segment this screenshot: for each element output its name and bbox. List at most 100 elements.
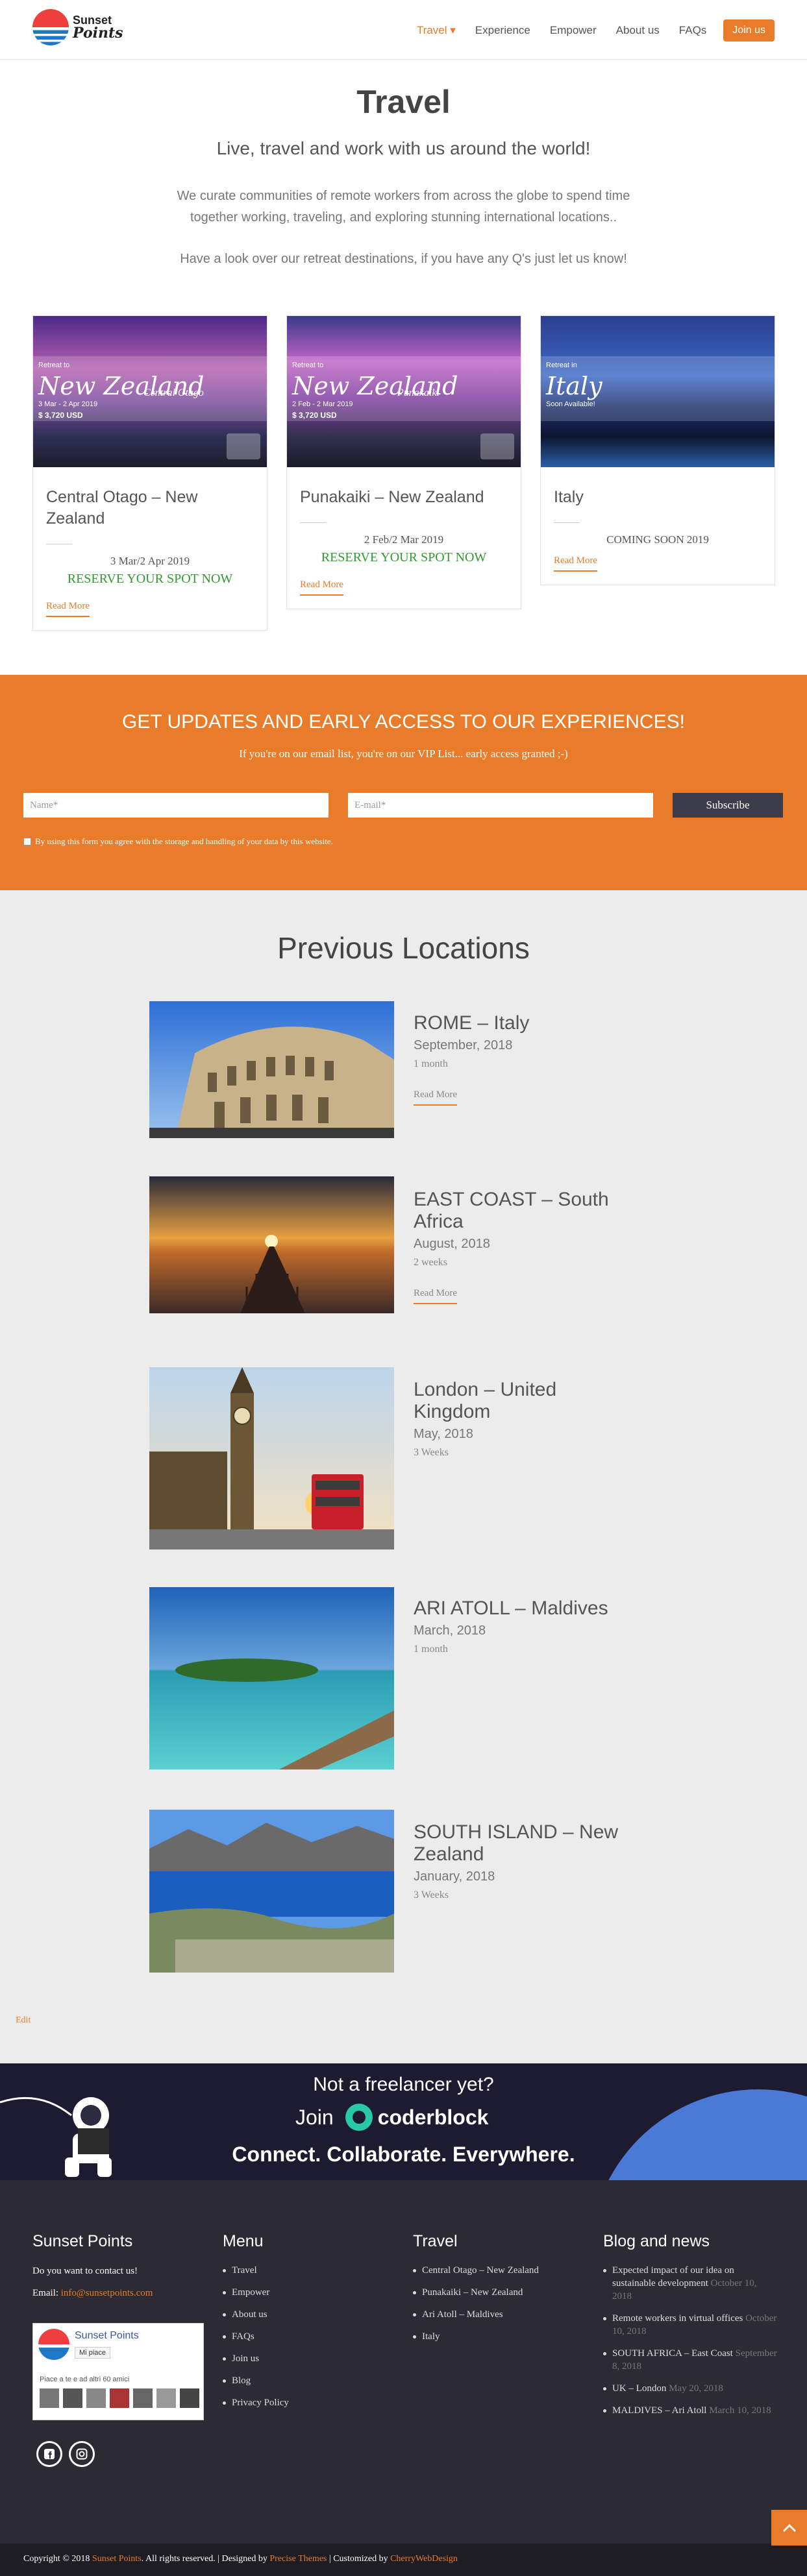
reserve-spot-link[interactable]: RESERVE YOUR SPOT NOW <box>46 572 254 587</box>
read-more-link[interactable]: Read More <box>554 555 598 572</box>
news-item[interactable]: Remote workers in virtual offices Octobe… <box>603 2312 778 2338</box>
sunset-logo-icon <box>32 9 69 45</box>
coderblock-logo-icon <box>345 2104 373 2131</box>
card-title[interactable]: Punakaiki – New Zealand <box>300 487 508 508</box>
retreat-image[interactable]: Retreat to New Zealand Punakaiki 2 Feb -… <box>287 316 521 467</box>
copyright-brand-link[interactable]: Sunset Points <box>92 2554 142 2564</box>
news-item[interactable]: MALDIVES – Ari Atoll March 10, 2018 <box>603 2404 778 2417</box>
image-dates: 2 Feb - 2 Mar 2019 <box>292 400 353 408</box>
footer-menu-blog[interactable]: Blog <box>223 2374 385 2387</box>
footer-travel-link[interactable]: Italy <box>413 2330 575 2343</box>
location-rome: ROME – Italy September, 2018 1 month Rea… <box>414 1012 634 1106</box>
location-name[interactable]: SOUTH ISLAND – New Zealand <box>414 1821 634 1865</box>
scroll-to-top-button[interactable] <box>771 2510 807 2546</box>
fb-friends-text: Piace a te e ad altri 60 amici <box>40 2376 130 2383</box>
footer-email-link[interactable]: info@sunsetpoints.com <box>61 2288 153 2298</box>
join-us-button[interactable]: Join us <box>723 19 775 42</box>
divider <box>300 522 326 523</box>
footer-menu-faqs[interactable]: FAQs <box>223 2330 385 2343</box>
nav-faqs[interactable]: FAQs <box>679 24 707 37</box>
location-date: January, 2018 <box>414 1869 495 1884</box>
customizer-link[interactable]: CherryWebDesign <box>390 2554 458 2564</box>
news-item[interactable]: SOUTH AFRICA – East Coast September 8, 2… <box>603 2347 778 2373</box>
site-logo[interactable]: Sunset Points <box>32 9 123 45</box>
nav-empower[interactable]: Empower <box>550 24 597 37</box>
footer-menu-travel[interactable]: Travel <box>223 2264 385 2277</box>
east-coast-image[interactable] <box>149 1176 394 1313</box>
news-item[interactable]: Expected impact of our idea on sustainab… <box>603 2264 778 2303</box>
image-pre-label: Retreat to <box>38 361 70 369</box>
maldives-image[interactable] <box>149 1587 394 1769</box>
designer-link[interactable]: Precise Themes <box>269 2554 327 2564</box>
footer-menu-empower[interactable]: Empower <box>223 2286 385 2299</box>
facebook-widget[interactable]: Sunset Points Mi piace Piace a te e ad a… <box>32 2323 204 2420</box>
read-more-link[interactable]: Read More <box>46 601 90 617</box>
nav-about-us[interactable]: About us <box>616 24 660 37</box>
location-duration: 3 Weeks <box>414 1889 449 1901</box>
reserve-spot-link[interactable]: RESERVE YOUR SPOT NOW <box>300 550 508 565</box>
footer-col-about: Sunset Points Do you want to contact us!… <box>32 2232 195 2300</box>
footer-travel-link[interactable]: Ari Atoll – Maldives <box>413 2308 575 2321</box>
image-pre-label: Retreat in <box>546 361 577 369</box>
sunset-points-badge-icon <box>227 433 260 459</box>
retreat-card-punakaiki[interactable]: Retreat to New Zealand Punakaiki 2 Feb -… <box>286 315 521 609</box>
site-header: Sunset Points Travel ▾ Experience Empowe… <box>0 0 807 60</box>
news-title: UK – London <box>612 2383 667 2394</box>
location-east-coast: EAST COAST – South Africa August, 2018 2… <box>414 1189 634 1304</box>
location-south-island: SOUTH ISLAND – New Zealand January, 2018… <box>414 1821 634 1901</box>
footer-menu-privacy[interactable]: Privacy Policy <box>223 2396 385 2409</box>
fb-like-button[interactable]: Mi piace <box>75 2347 110 2359</box>
location-name[interactable]: ROME – Italy <box>414 1012 634 1034</box>
fb-page-avatar <box>38 2329 69 2360</box>
coderblock-banner[interactable]: Not a freelancer yet? Join coderblock Co… <box>0 2063 807 2180</box>
south-island-image[interactable] <box>149 1810 394 1973</box>
footer-contact-text: Do you want to contact us! <box>32 2266 138 2276</box>
read-more-link[interactable]: Read More <box>414 1089 458 1106</box>
london-image[interactable] <box>149 1367 394 1549</box>
edit-link[interactable]: Edit <box>16 2015 31 2026</box>
location-maldives: ARI ATOLL – Maldives March, 2018 1 month <box>414 1598 634 1655</box>
copyright-mid: . All rights reserved. | Designed by <box>141 2554 267 2564</box>
name-input[interactable]: Name* <box>23 793 329 818</box>
card-title[interactable]: Italy <box>554 487 762 508</box>
logo-text-line2: Points <box>73 25 123 42</box>
consent-checkbox[interactable] <box>23 838 31 845</box>
retreat-image[interactable]: Retreat to New Zealand Central Otago 3 M… <box>33 316 267 467</box>
banner-line-1: Not a freelancer yet? <box>313 2074 494 2095</box>
subscribe-button[interactable]: Subscribe <box>673 793 783 818</box>
footer-travel-link[interactable]: Central Otago – New Zealand <box>413 2264 575 2277</box>
footer-travel-link[interactable]: Punakaiki – New Zealand <box>413 2286 575 2299</box>
footer-heading: Menu <box>223 2232 264 2250</box>
friend-avatar <box>110 2388 129 2408</box>
card-date: COMING SOON 2019 <box>606 533 709 546</box>
location-name[interactable]: EAST COAST – South Africa <box>414 1189 634 1233</box>
facebook-icon[interactable] <box>36 2441 62 2467</box>
retreat-image[interactable]: Retreat in Italy Soon Available! <box>541 316 775 467</box>
copyright-pre: Copyright © 2018 <box>23 2554 90 2564</box>
rome-image[interactable] <box>149 1001 394 1138</box>
friend-avatar <box>180 2388 199 2408</box>
fb-page-name[interactable]: Sunset Points <box>75 2330 139 2342</box>
friend-avatar <box>86 2388 106 2408</box>
nav-travel[interactable]: Travel ▾ <box>417 24 456 37</box>
location-name[interactable]: London – United Kingdom <box>414 1379 634 1423</box>
news-title: MALDIVES – Ari Atoll <box>612 2405 707 2416</box>
news-item[interactable]: UK – London May 20, 2018 <box>603 2382 778 2395</box>
retreat-card-italy[interactable]: Retreat in Italy Soon Available! Italy C… <box>540 315 775 585</box>
location-duration: 2 weeks <box>414 1257 447 1268</box>
retreat-card-central-otago[interactable]: Retreat to New Zealand Central Otago 3 M… <box>32 315 267 631</box>
footer-menu-join-us[interactable]: Join us <box>223 2352 385 2365</box>
coderblock-name: coderblock <box>377 2105 489 2129</box>
read-more-link[interactable]: Read More <box>300 579 344 596</box>
card-title[interactable]: Central Otago – New Zealand <box>46 487 254 529</box>
image-dates: 3 Mar - 2 Apr 2019 <box>38 400 98 408</box>
instagram-icon[interactable] <box>69 2441 95 2467</box>
location-name[interactable]: ARI ATOLL – Maldives <box>414 1598 634 1620</box>
read-more-link[interactable]: Read More <box>414 1288 458 1304</box>
footer-menu-about-us[interactable]: About us <box>223 2308 385 2321</box>
nav-experience[interactable]: Experience <box>475 24 530 37</box>
email-input[interactable]: E-mail* <box>348 793 653 818</box>
friend-avatar <box>40 2388 59 2408</box>
fb-friend-avatars <box>40 2388 199 2408</box>
friend-avatar <box>133 2388 153 2408</box>
